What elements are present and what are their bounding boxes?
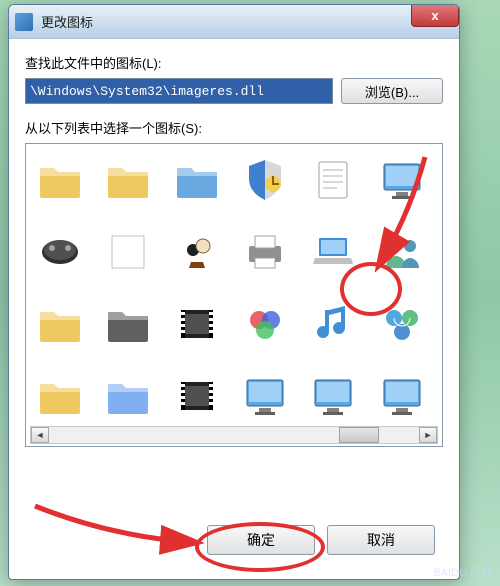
change-icon-dialog: 更改图标 x 查找此文件中的图标(L): 浏览(B)... 从以下列表中选择一个… (8, 4, 460, 580)
folder-down-icon[interactable] (32, 368, 88, 424)
color-settings-icon[interactable] (237, 296, 293, 352)
ok-button[interactable]: 确定 (207, 525, 315, 555)
music-note-icon[interactable] (305, 296, 361, 352)
path-row: 浏览(B)... (25, 78, 443, 104)
folder-black-icon[interactable] (100, 296, 156, 352)
titlebar: 更改图标 x (9, 5, 459, 39)
close-icon: x (431, 8, 438, 23)
icon-list[interactable]: ◄ ► (25, 143, 443, 447)
film-strip-icon[interactable] (169, 296, 225, 352)
scroll-left-arrow-icon[interactable]: ◄ (31, 427, 49, 443)
blank-page-icon[interactable] (100, 224, 156, 280)
folder-icon[interactable] (32, 296, 88, 352)
dialog-title: 更改图标 (41, 12, 453, 31)
browse-button[interactable]: 浏览(B)... (341, 78, 443, 104)
icon-path-input[interactable] (25, 78, 333, 104)
printer-icon[interactable] (237, 224, 293, 280)
horizontal-scrollbar[interactable]: ◄ ► (30, 426, 438, 444)
folder-blue2-icon[interactable] (100, 368, 156, 424)
dialog-buttons: 确定 取消 (25, 511, 443, 571)
watermark: BAIDU 经验 (433, 564, 492, 580)
film-strip2-icon[interactable] (169, 368, 225, 424)
close-button[interactable]: x (411, 5, 459, 27)
remote-control-icon[interactable] (32, 224, 88, 280)
users-people-icon[interactable] (374, 224, 430, 280)
scroll-right-arrow-icon[interactable]: ► (419, 427, 437, 443)
network-globe-icon[interactable] (374, 296, 430, 352)
monitor-film-icon[interactable] (237, 368, 293, 424)
monitor-icon[interactable] (374, 368, 430, 424)
shield-chart-icon[interactable] (237, 152, 293, 208)
select-from-list-label: 从以下列表中选择一个图标(S): (25, 118, 443, 137)
scroll-track[interactable] (49, 427, 419, 443)
chess-pieces-icon[interactable] (169, 224, 225, 280)
folder-documents-icon[interactable] (32, 152, 88, 208)
monitor-blue-icon[interactable] (374, 152, 430, 208)
monitor-film2-icon[interactable] (305, 368, 361, 424)
laptop-icon[interactable] (305, 224, 361, 280)
cancel-button[interactable]: 取消 (327, 525, 435, 555)
dialog-content: 查找此文件中的图标(L): 浏览(B)... 从以下列表中选择一个图标(S): … (9, 39, 459, 579)
scroll-thumb[interactable] (339, 427, 379, 443)
app-sys-icon (15, 13, 33, 31)
folder-blue-icon[interactable] (169, 152, 225, 208)
folder-music-icon[interactable] (100, 152, 156, 208)
find-in-file-label: 查找此文件中的图标(L): (25, 53, 443, 72)
document-icon[interactable] (305, 152, 361, 208)
